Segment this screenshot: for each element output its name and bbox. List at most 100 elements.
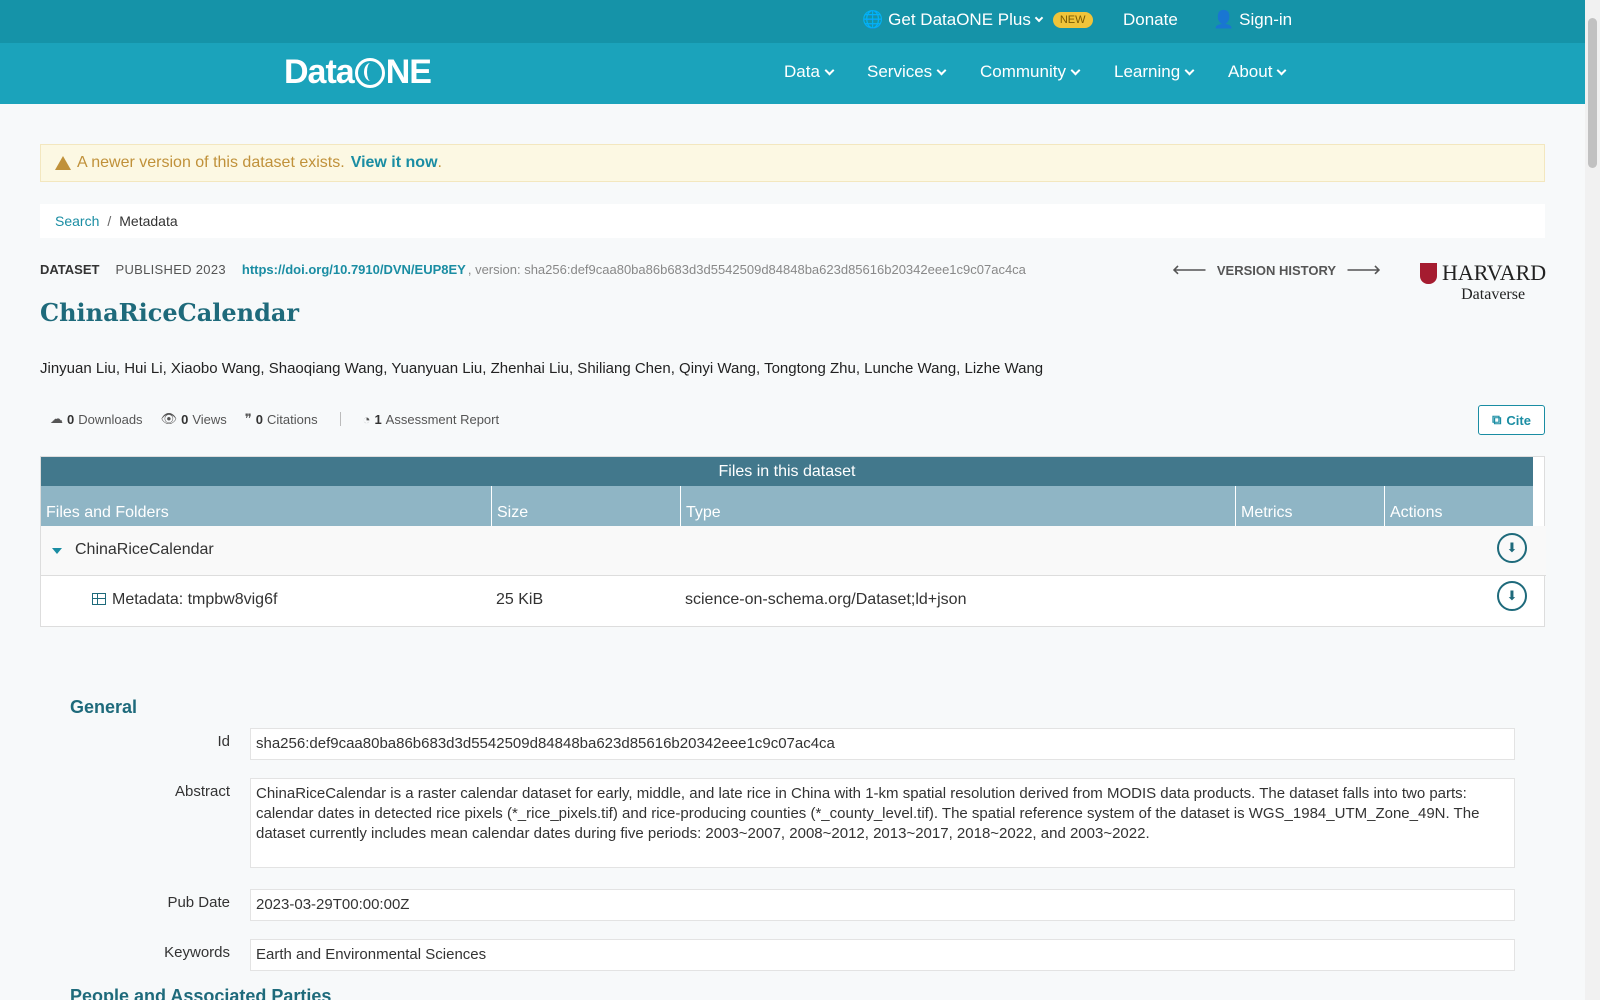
scrollbar-thumb[interactable] bbox=[1588, 18, 1597, 168]
file-name-cell[interactable]: Metadata: tmpbw8vig6f bbox=[92, 591, 277, 609]
id-value: sha256:def9caa80ba86b683d3d5542509d84848… bbox=[250, 728, 1515, 760]
dataone-logo[interactable]: Data NE bbox=[284, 53, 432, 92]
authors-list: Jinyuan Liu, Hui Li, Xiaobo Wang, Shaoqi… bbox=[40, 360, 1044, 377]
caret-down-icon[interactable] bbox=[52, 548, 62, 554]
col-files-and-folders[interactable]: Files and Folders bbox=[41, 486, 491, 526]
breadcrumb-current: Metadata bbox=[119, 213, 178, 229]
citations-count: 0 bbox=[255, 411, 263, 427]
views-count: 0 bbox=[181, 411, 189, 427]
alert-text: A newer version of this dataset exists. bbox=[77, 154, 345, 171]
nav-learning-label: Learning bbox=[1114, 62, 1181, 81]
published-label: PUBLISHED 2023 bbox=[115, 262, 226, 277]
file-size: 25 KiB bbox=[496, 591, 544, 608]
cloud-download-icon: ⬇ bbox=[1506, 540, 1518, 555]
page-scrollbar[interactable] bbox=[1585, 0, 1600, 1000]
id-label: Id bbox=[217, 733, 230, 750]
globe-plus-icon: 🌐 bbox=[862, 10, 884, 29]
arrow-right-icon[interactable]: 🡒 bbox=[1346, 262, 1381, 278]
quote-icon: ❞ bbox=[244, 411, 252, 426]
harvard-dataverse-logo[interactable]: HARVARD Dataverse bbox=[1420, 260, 1546, 304]
breadcrumb-separator: / bbox=[107, 213, 112, 229]
version-history-nav: 🡐 VERSION HISTORY 🡒 bbox=[1172, 262, 1381, 278]
col-type[interactable]: Type bbox=[680, 486, 1235, 526]
downloads-stat[interactable]: ☁ 0 Downloads bbox=[50, 411, 143, 427]
metrics-bar: ☁ 0 Downloads 👁 0 Views ❞ 0 Citations ◔ 1 Assess… bbox=[50, 411, 499, 427]
downloads-label: Downloads bbox=[78, 411, 143, 427]
download-file-button[interactable]: ⬇ bbox=[1497, 581, 1527, 611]
cloud-download-icon: ⬇ bbox=[1506, 588, 1518, 603]
doi-link[interactable]: https://doi.org/10.7910/DVN/EUP8EY bbox=[242, 262, 466, 277]
keywords-label: Keywords bbox=[164, 944, 230, 961]
user-icon: 👤 bbox=[1213, 10, 1235, 29]
views-label: Views bbox=[192, 411, 227, 427]
alert-suffix: . bbox=[437, 154, 442, 171]
repo-name-line1: HARVARD bbox=[1442, 260, 1547, 285]
keywords-value: Earth and Environmental Sciences bbox=[250, 939, 1515, 971]
dataset-type-label: DATASET bbox=[40, 262, 100, 277]
eye-icon: 👁 bbox=[160, 411, 178, 426]
sign-in-link[interactable]: 👤 Sign-in bbox=[1213, 10, 1292, 30]
abstract-label: Abstract bbox=[174, 783, 230, 800]
copy-icon: ⧉ bbox=[1492, 412, 1502, 427]
col-size[interactable]: Size bbox=[491, 486, 680, 526]
sign-in-label: Sign-in bbox=[1239, 10, 1293, 29]
version-text: , version: sha256:def9caa80ba86b683d3d55… bbox=[467, 262, 1026, 277]
new-badge: NEW bbox=[1052, 12, 1093, 28]
chevron-down-icon bbox=[1034, 13, 1044, 23]
file-row[interactable]: Metadata: tmpbw8vig6f 25 KiB science-on-… bbox=[41, 576, 1546, 626]
logo-text-data: Data bbox=[284, 53, 355, 91]
nav-data[interactable]: Data bbox=[784, 62, 835, 82]
arrow-left-icon[interactable]: 🡐 bbox=[1172, 262, 1207, 278]
cloud-download-icon: ☁ bbox=[50, 411, 63, 426]
dashboard-icon: ◔ bbox=[362, 411, 371, 427]
col-metrics: Metrics bbox=[1235, 486, 1384, 526]
abstract-value: ChinaRiceCalendar is a raster calendar d… bbox=[250, 778, 1515, 868]
globe-icon bbox=[354, 57, 385, 88]
folder-row[interactable]: ChinaRiceCalendar ⬇ bbox=[41, 526, 1546, 576]
breadcrumb: Search / Metadata bbox=[40, 204, 1545, 238]
nav-about-label: About bbox=[1228, 62, 1273, 81]
general-heading: General bbox=[70, 697, 138, 717]
citations-stat[interactable]: ❞ 0 Citations bbox=[245, 411, 318, 427]
dataset-title: ChinaRiceCalendar bbox=[40, 298, 300, 327]
cite-label: Cite bbox=[1506, 412, 1531, 428]
nav-learning[interactable]: Learning bbox=[1114, 62, 1195, 82]
nav-services[interactable]: Services bbox=[867, 62, 947, 82]
pub-date-label: Pub Date bbox=[167, 894, 230, 911]
donate-link[interactable]: Donate bbox=[1123, 10, 1178, 30]
people-heading: People and Associated Parties bbox=[70, 986, 332, 1000]
divider bbox=[339, 412, 341, 426]
cite-button[interactable]: ⧉ Cite bbox=[1478, 405, 1545, 435]
download-folder-button[interactable]: ⬇ bbox=[1497, 533, 1527, 563]
chevron-down-icon bbox=[824, 65, 835, 75]
pub-date-value: 2023-03-29T00:00:00Z bbox=[250, 889, 1515, 921]
repo-name-line2: Dataverse bbox=[1461, 286, 1526, 303]
top-bar: 🌐 Get DataONE Plus NEW Donate 👤 Sign-in bbox=[0, 0, 1585, 43]
assessment-count: 1 bbox=[374, 411, 382, 427]
table-icon bbox=[92, 593, 106, 605]
folder-name[interactable]: ChinaRiceCalendar bbox=[75, 541, 214, 559]
assessment-report-stat[interactable]: ◔ 1 Assessment Report bbox=[363, 412, 500, 427]
view-it-now-link[interactable]: View it now bbox=[351, 154, 438, 171]
nav-data-label: Data bbox=[784, 62, 820, 81]
col-actions: Actions bbox=[1384, 486, 1533, 526]
breadcrumb-search-link[interactable]: Search bbox=[55, 213, 99, 229]
downloads-count: 0 bbox=[67, 411, 75, 427]
files-table-header: Files and Folders Size Type Metrics Acti… bbox=[41, 486, 1533, 526]
file-type: science-on-schema.org/Dataset;ld+json bbox=[685, 591, 967, 608]
chevron-down-icon bbox=[1070, 65, 1081, 75]
nav-services-label: Services bbox=[867, 62, 933, 81]
chevron-down-icon bbox=[936, 65, 947, 75]
chevron-down-icon bbox=[1276, 65, 1287, 75]
views-stat[interactable]: 👁 0 Views bbox=[161, 411, 227, 427]
assessment-label: Assessment Report bbox=[385, 411, 500, 427]
logo-text-ne: NE bbox=[385, 53, 432, 91]
newer-version-alert: A newer version of this dataset exists. … bbox=[40, 144, 1545, 182]
warning-icon bbox=[55, 156, 71, 170]
version-history-link[interactable]: VERSION HISTORY bbox=[1217, 263, 1336, 278]
nav-community[interactable]: Community bbox=[980, 62, 1081, 82]
citations-label: Citations bbox=[267, 411, 318, 427]
get-dataone-plus-menu[interactable]: 🌐 Get DataONE Plus NEW bbox=[862, 10, 1093, 30]
chevron-down-icon bbox=[1184, 65, 1195, 75]
nav-about[interactable]: About bbox=[1228, 62, 1287, 82]
